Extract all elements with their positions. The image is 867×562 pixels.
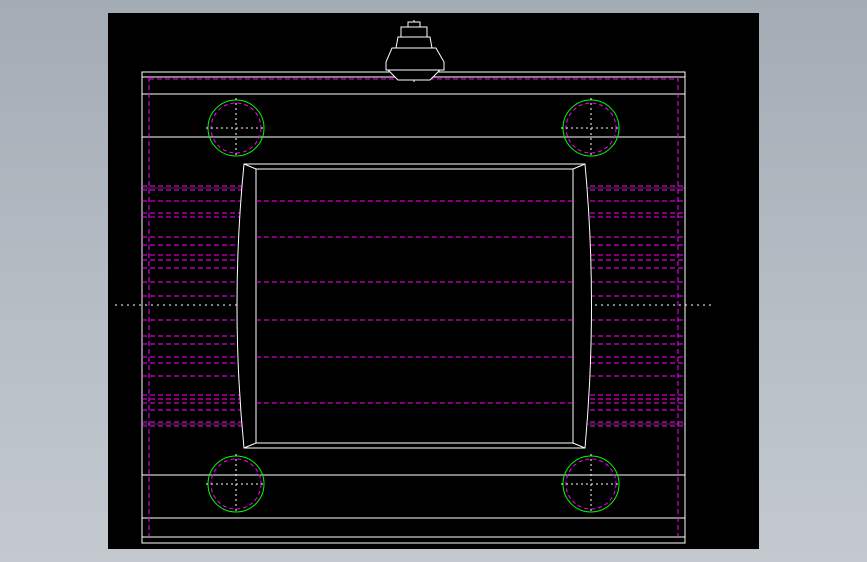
mold-plate-drawing bbox=[115, 20, 712, 544]
bolt-hole-bottom-left bbox=[206, 454, 266, 514]
bolt-hole-top-right bbox=[561, 98, 621, 158]
bolt-hole-top-left bbox=[206, 98, 266, 158]
grease-fitting bbox=[385, 20, 445, 84]
bolt-hole-bottom-right bbox=[561, 454, 621, 514]
cad-viewport[interactable] bbox=[108, 13, 759, 549]
cavity-insert bbox=[236, 163, 592, 449]
